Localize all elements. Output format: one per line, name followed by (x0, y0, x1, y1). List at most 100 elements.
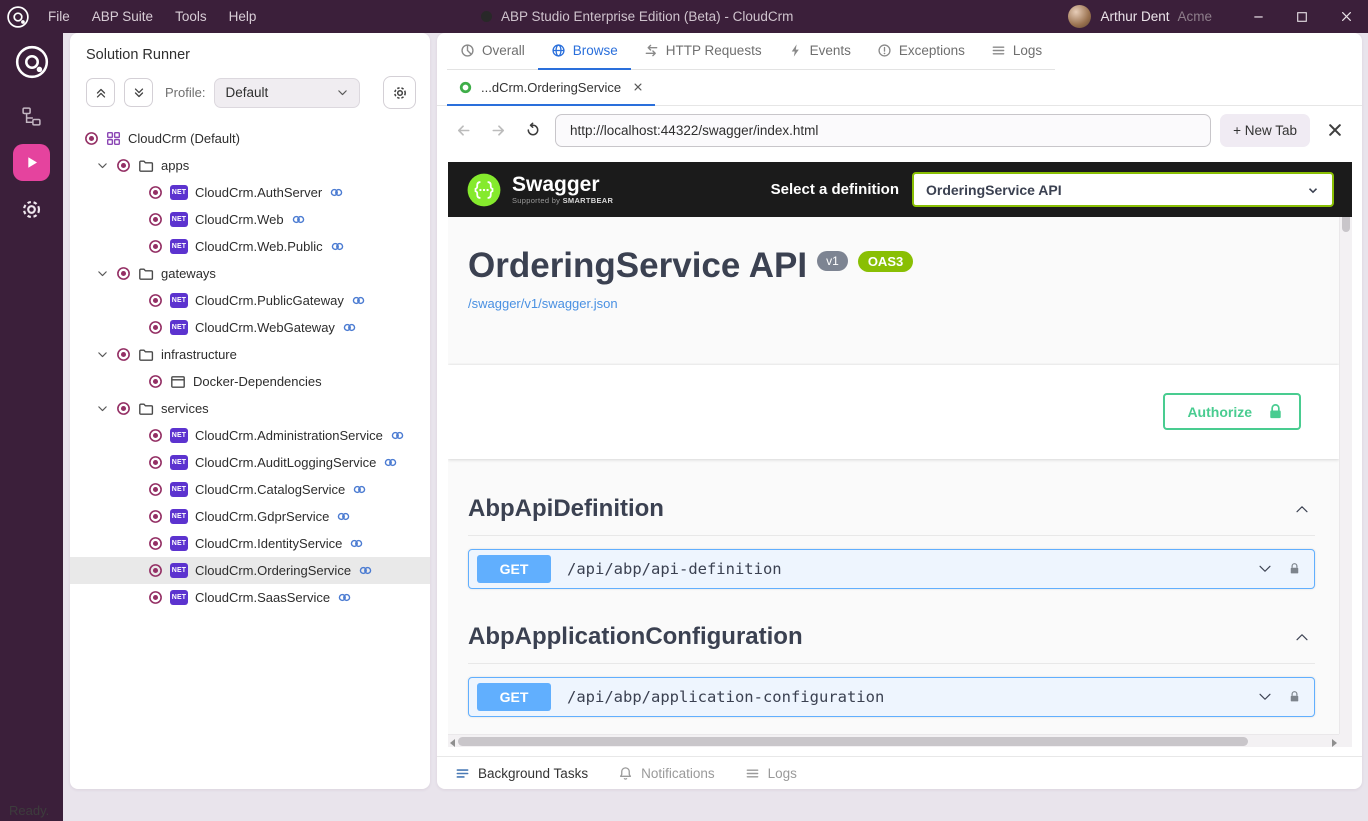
tab-events[interactable]: Events (775, 33, 864, 70)
tree-item-cloudcrm-publicgateway[interactable]: NETCloudCrm.PublicGateway (70, 287, 430, 314)
tab-close-icon[interactable] (633, 82, 643, 92)
tab-exceptions[interactable]: Exceptions (864, 33, 978, 70)
tree-item-docker-dependencies[interactable]: Docker-Dependencies (70, 368, 430, 395)
record-icon (148, 293, 163, 308)
forward-icon (490, 122, 507, 139)
link-icon (351, 293, 366, 308)
browser-tools-button[interactable] (1321, 116, 1349, 144)
operation-api-abp-application-configuration[interactable]: GET/api/abp/application-configuration (468, 677, 1315, 717)
tab-browse[interactable]: Browse (538, 33, 631, 70)
tree-item-apps[interactable]: apps (70, 152, 430, 179)
swagger-sections: AbpApiDefinition GET/api/abp/api-definiti… (448, 459, 1339, 717)
forward-button[interactable] (485, 117, 511, 143)
folder-icon (138, 347, 154, 363)
overall-icon (460, 43, 475, 58)
horizontal-scroll-thumb[interactable] (458, 737, 1248, 746)
tree-item-services[interactable]: services (70, 395, 430, 422)
dotnet-badge-icon: NET (170, 509, 188, 524)
tree-item-label: CloudCrm.Web.Public (195, 239, 323, 254)
tree-item-cloudcrm-gdprservice[interactable]: NETCloudCrm.GdprService (70, 503, 430, 530)
expander-icon[interactable] (96, 348, 109, 361)
tree-item-cloudcrm-administrationservice[interactable]: NETCloudCrm.AdministrationService (70, 422, 430, 449)
lines-icon (745, 766, 760, 781)
new-tab-button[interactable]: + New Tab (1220, 114, 1310, 147)
horizontal-scrollbar[interactable] (448, 734, 1339, 747)
method-badge: GET (477, 683, 551, 711)
tab-logs[interactable]: Logs (978, 33, 1055, 70)
scroll-right-arrow-icon[interactable] (1332, 739, 1337, 747)
record-icon (116, 347, 131, 362)
tree-item-cloudcrm-authserver[interactable]: NETCloudCrm.AuthServer (70, 179, 430, 206)
link-icon (352, 482, 367, 497)
tab-http-requests[interactable]: HTTP Requests (631, 33, 775, 70)
section-title: AbpApiDefinition (468, 495, 664, 523)
vertical-scrollbar[interactable] (1339, 162, 1352, 734)
expander-icon[interactable] (96, 267, 109, 280)
authorize-button[interactable]: Authorize (1163, 393, 1301, 430)
operation-api-abp-api-definition[interactable]: GET/api/abp/api-definition (468, 549, 1315, 589)
record-icon (84, 131, 99, 146)
section-header[interactable]: AbpApiDefinition (468, 485, 1315, 536)
link-icon (342, 320, 357, 335)
tree-item-cloudcrm-webgateway[interactable]: NETCloudCrm.WebGateway (70, 314, 430, 341)
bottom-bar-notifications[interactable]: Notifications (618, 766, 715, 781)
close-button[interactable] (1324, 0, 1368, 33)
collapse-section-icon[interactable] (1293, 628, 1311, 646)
scheme-container: Authorize (448, 365, 1339, 459)
chevron-down-icon (1306, 183, 1320, 197)
url-input[interactable] (555, 114, 1211, 147)
browser-tab-orderingservice[interactable]: ...dCrm.OrderingService (447, 70, 655, 106)
tree-item-cloudcrm-identityservice[interactable]: NETCloudCrm.IdentityService (70, 530, 430, 557)
definition-select[interactable]: OrderingService API (912, 172, 1334, 207)
solution-runner-panel: Solution Runner Profile: Default CloudCr… (70, 33, 430, 789)
expander-icon[interactable] (96, 159, 109, 172)
tab-label: HTTP Requests (666, 43, 762, 58)
auth-lock-icon[interactable] (1287, 561, 1302, 576)
menu-help[interactable]: Help (218, 0, 268, 33)
tab-overall[interactable]: Overall (447, 33, 538, 70)
avatar[interactable] (1068, 5, 1091, 28)
minimize-button[interactable] (1236, 0, 1280, 33)
tree-item-cloudcrm-saasservice[interactable]: NETCloudCrm.SaasService (70, 584, 430, 611)
tree-item-cloudcrm-orderingservice[interactable]: NETCloudCrm.OrderingService (70, 557, 430, 584)
solution-explorer-icon[interactable] (21, 106, 42, 127)
tree-item-cloudcrm-web-public[interactable]: NETCloudCrm.Web.Public (70, 233, 430, 260)
expander-icon[interactable] (96, 402, 109, 415)
dotnet-badge-icon: NET (170, 212, 188, 227)
link-icon (349, 536, 364, 551)
swagger-brand: Swagger Supported by SMARTBEAR (466, 172, 613, 208)
maximize-button[interactable] (1280, 0, 1324, 33)
collapse-all-button[interactable] (86, 78, 115, 107)
tab-label: Exceptions (899, 43, 965, 58)
back-button[interactable] (450, 117, 476, 143)
tree-item-gateways[interactable]: gateways (70, 260, 430, 287)
spec-link[interactable]: /swagger/v1/swagger.json (468, 296, 618, 311)
tree-item-cloudcrm-auditloggingservice[interactable]: NETCloudCrm.AuditLoggingService (70, 449, 430, 476)
tree-item-cloudcrm-default[interactable]: CloudCrm (Default) (70, 125, 430, 152)
swagger-section-abpapidefinition: AbpApiDefinition GET/api/abp/api-definiti… (468, 485, 1315, 589)
scroll-left-arrow-icon[interactable] (450, 739, 455, 747)
bottom-bar-logs[interactable]: Logs (745, 766, 797, 781)
section-header[interactable]: AbpApplicationConfiguration (468, 613, 1315, 664)
solution-runner-button[interactable] (13, 144, 50, 181)
tree-item-label: CloudCrm.IdentityService (195, 536, 342, 551)
menu-tools[interactable]: Tools (164, 0, 218, 33)
tree-item-cloudcrm-catalogservice[interactable]: NETCloudCrm.CatalogService (70, 476, 430, 503)
status-text: Ready. (9, 803, 49, 818)
layers-icon (455, 766, 470, 781)
reload-button[interactable] (520, 117, 546, 143)
menu-abp-suite[interactable]: ABP Suite (81, 0, 164, 33)
tree-item-cloudcrm-web[interactable]: NETCloudCrm.Web (70, 206, 430, 233)
collapse-section-icon[interactable] (1293, 500, 1311, 518)
expand-operation-icon[interactable] (1256, 688, 1274, 706)
expand-operation-icon[interactable] (1256, 560, 1274, 578)
tree-item-infrastructure[interactable]: infrastructure (70, 341, 430, 368)
runner-settings-button[interactable] (383, 76, 416, 109)
expand-all-button[interactable] (124, 78, 153, 107)
menu-file[interactable]: File (37, 0, 81, 33)
profile-select[interactable]: Default (214, 78, 360, 108)
kubernetes-settings-icon[interactable] (20, 198, 43, 221)
bottom-bar-background-tasks[interactable]: Background Tasks (455, 766, 588, 781)
wrench-icon (1327, 122, 1343, 138)
auth-lock-icon[interactable] (1287, 689, 1302, 704)
